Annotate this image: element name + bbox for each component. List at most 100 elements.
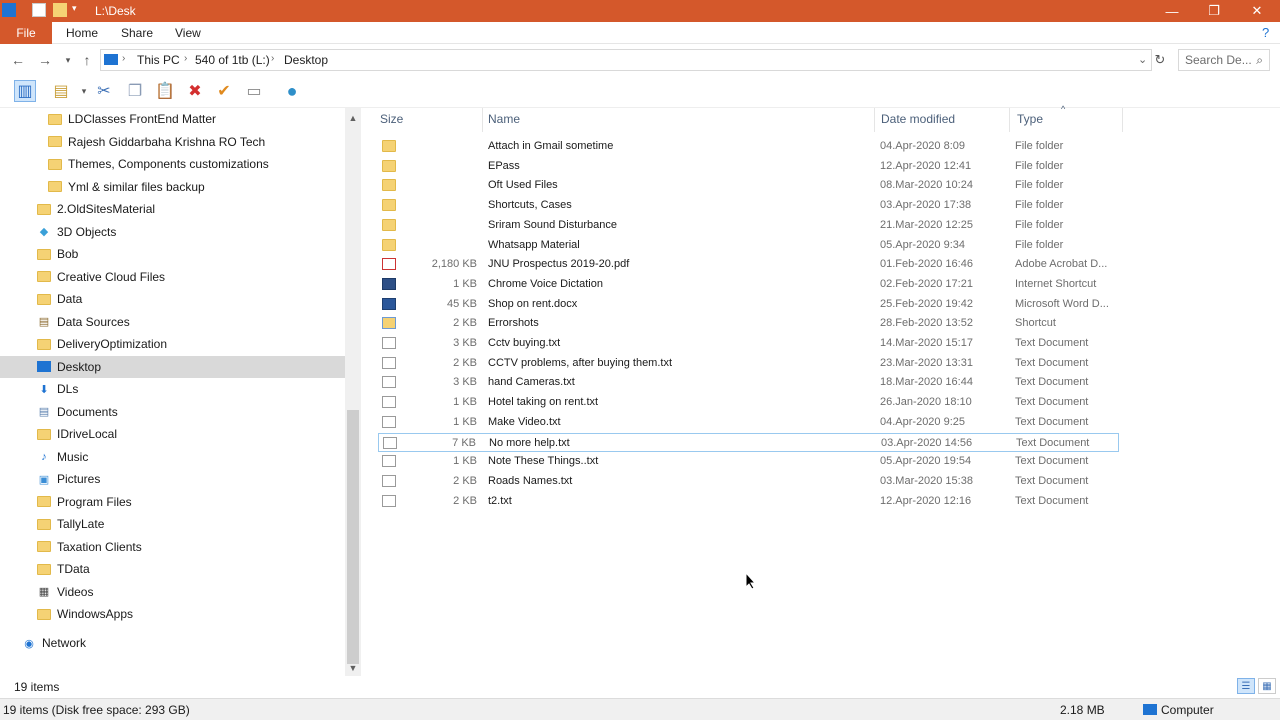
scroll-up-arrow[interactable]: ▲ <box>345 110 361 126</box>
scroll-down-arrow[interactable]: ▼ <box>345 660 361 676</box>
nav-item-bob[interactable]: Bob <box>37 243 78 265</box>
file-row[interactable]: 2 KB CCTV problems, after buying them.txt… <box>378 354 1119 373</box>
tab-share[interactable]: Share <box>121 22 153 44</box>
file-row[interactable]: 2,180 KB JNU Prospectus 2019-20.pdf 01.Feb… <box>378 255 1119 274</box>
forward-button[interactable]: → <box>35 50 55 70</box>
file-row[interactable]: Attach in Gmail sometime 04.Apr-2020 8:09… <box>378 137 1119 156</box>
column-header-size[interactable]: Size <box>380 112 403 132</box>
file-date-modified: 14.Mar-2020 15:17 <box>880 337 973 349</box>
nav-item-yml-similar-files-backup[interactable]: Yml & similar files backup <box>48 176 205 198</box>
file-tab[interactable]: File <box>0 22 52 44</box>
cut-icon[interactable]: ✂ <box>93 80 115 102</box>
layout-icon[interactable]: ▤ <box>50 80 72 102</box>
file-row[interactable]: 1 KB Hotel taking on rent.txt 26.Jan-2020 … <box>378 393 1119 412</box>
nav-item-ldclasses-frontend-matter[interactable]: LDClasses FrontEnd Matter <box>48 108 216 130</box>
search-icon[interactable]: ⌕ <box>1256 53 1263 68</box>
refresh-icon[interactable]: ↻ <box>1150 50 1170 70</box>
nav-item-windowsapps[interactable]: WindowsApps <box>37 603 133 625</box>
nav-item-rajesh-giddarbaha-krishna-ro-tech[interactable]: Rajesh Giddarbaha Krishna RO Tech <box>48 131 265 153</box>
chevron-right-icon[interactable]: › <box>184 53 187 64</box>
breadcrumb-this-pc[interactable]: This PC <box>137 53 180 67</box>
nav-item-idrivelocal[interactable]: IDriveLocal <box>37 423 117 445</box>
chevron-right-icon[interactable]: › <box>271 53 274 64</box>
column-header-date[interactable]: Date modified <box>881 112 955 132</box>
tab-view[interactable]: View <box>175 22 201 44</box>
rename-icon[interactable]: ✔ <box>213 80 235 102</box>
search-input[interactable]: Search De... ⌕ <box>1178 49 1270 71</box>
close-button[interactable]: ✕ <box>1235 0 1279 22</box>
navigation-pane-icon[interactable]: ▥ <box>14 80 36 102</box>
file-row[interactable]: 2 KB Roads Names.txt 03.Mar-2020 15:38 Text… <box>378 472 1119 491</box>
nav-item-taxation-clients[interactable]: Taxation Clients <box>37 536 142 558</box>
nav-item-network[interactable]: ◉ Network <box>22 632 86 654</box>
nav-item-documents[interactable]: ▤ Documents <box>37 401 118 423</box>
nav-item-tallylate[interactable]: TallyLate <box>37 513 104 535</box>
column-divider[interactable] <box>1122 108 1123 132</box>
nav-item-data[interactable]: Data <box>37 288 82 310</box>
file-row[interactable]: Whatsapp Material 05.Apr-2020 9:34 File fo… <box>378 236 1119 255</box>
large-icons-view-icon[interactable]: ▦ <box>1258 678 1276 694</box>
nav-item-deliveryoptimization[interactable]: DeliveryOptimization <box>37 333 167 355</box>
file-row[interactable]: Sriram Sound Disturbance 21.Mar-2020 12:2… <box>378 216 1119 235</box>
paste-icon[interactable]: 📋 <box>154 80 176 102</box>
column-divider[interactable] <box>482 108 483 132</box>
restore-button[interactable]: ❐ <box>1192 0 1236 22</box>
nav-item-data-sources[interactable]: ▤ Data Sources <box>37 311 130 333</box>
nav-item-pictures[interactable]: ▣ Pictures <box>37 468 101 490</box>
nav-item-2-oldsitesmaterial[interactable]: 2.OldSitesMaterial <box>37 198 155 220</box>
file-row[interactable]: 2 KB t2.txt 12.Apr-2020 12:16 Text Document <box>378 492 1119 511</box>
nav-item-desktop[interactable]: Desktop <box>0 355 345 378</box>
scrollbar-thumb[interactable] <box>347 410 359 664</box>
pdf-icon <box>382 258 396 271</box>
details-view-icon[interactable]: ☰ <box>1237 678 1255 694</box>
text-file-icon <box>382 415 396 428</box>
column-header-type[interactable]: Type <box>1017 112 1043 132</box>
column-header-name[interactable]: Name <box>488 112 520 132</box>
globe-icon[interactable]: ● <box>281 80 303 102</box>
chevron-right-icon[interactable]: › <box>122 53 125 64</box>
up-button[interactable]: ↑ <box>77 50 97 70</box>
chevron-down-icon[interactable]: ⌄ <box>1138 53 1147 66</box>
delete-icon[interactable]: ✖ <box>184 80 206 102</box>
explorer-icon[interactable] <box>2 3 16 17</box>
breadcrumb-desktop[interactable]: Desktop <box>284 53 328 67</box>
column-divider[interactable] <box>1009 108 1010 132</box>
nav-item-music[interactable]: ♪ Music <box>37 446 88 468</box>
nav-item-dls[interactable]: ⬇ DLs <box>37 378 78 400</box>
recent-locations-button[interactable]: ▾ <box>58 50 78 70</box>
nav-item-program-files[interactable]: Program Files <box>37 491 132 513</box>
nav-item-creative-cloud-files[interactable]: Creative Cloud Files <box>37 266 165 288</box>
file-size: 45 KB <box>447 297 477 310</box>
nav-item-tdata[interactable]: TData <box>37 558 90 580</box>
nav-item-3d-objects[interactable]: ◆ 3D Objects <box>37 221 117 243</box>
file-row[interactable]: 1 KB Chrome Voice Dictation 02.Feb-2020 17… <box>378 275 1119 294</box>
file-row[interactable]: 3 KB Cctv buying.txt 14.Mar-2020 15:17 Text… <box>378 334 1119 353</box>
column-divider[interactable] <box>874 108 875 132</box>
copy-icon[interactable]: ❐ <box>124 80 146 102</box>
file-row[interactable]: 1 KB Make Video.txt 04.Apr-2020 9:25 Text D… <box>378 413 1119 432</box>
chevron-down-icon[interactable]: ▾ <box>73 80 95 102</box>
file-size: 2 KB <box>453 317 477 330</box>
file-row[interactable]: 2 KB Errorshots 28.Feb-2020 13:52 Shortcut <box>378 314 1119 333</box>
file-row[interactable]: 3 KB hand Cameras.txt 18.Mar-2020 16:44 Tex… <box>378 373 1119 392</box>
back-button[interactable]: ← <box>8 50 28 70</box>
properties-icon[interactable] <box>32 3 46 17</box>
file-row[interactable]: Shortcuts, Cases 03.Apr-2020 17:38 File fo… <box>378 196 1119 215</box>
details-bar: 19 items (Disk free space: 293 GB) 2.18 … <box>0 698 1280 720</box>
help-icon[interactable]: ? <box>1262 22 1269 44</box>
tab-home[interactable]: Home <box>66 22 98 44</box>
navigation-scrollbar[interactable]: ▲ ▼ <box>345 108 361 676</box>
chevron-down-icon[interactable]: ▾ <box>72 3 86 17</box>
file-row[interactable]: Oft Used Files 08.Mar-2020 10:24 File fold… <box>378 176 1119 195</box>
nav-item-themes-components-customizations[interactable]: Themes, Components customizations <box>48 153 269 175</box>
address-bar[interactable]: › This PC › 540 of 1tb (L:) › Desktop ⌄ <box>100 49 1152 71</box>
breadcrumb-drive[interactable]: 540 of 1tb (L:) <box>195 53 270 67</box>
new-folder-icon[interactable] <box>53 3 67 17</box>
file-row[interactable]: 45 KB Shop on rent.docx 25.Feb-2020 19:42 M… <box>378 295 1119 314</box>
file-row[interactable]: 7 KB No more help.txt 03.Apr-2020 14:56 Tex… <box>378 432 1119 452</box>
nav-item-videos[interactable]: ▦ Videos <box>37 581 94 603</box>
select-icon[interactable]: ▭ <box>243 80 265 102</box>
file-row[interactable]: 1 KB Note These Things..txt 05.Apr-2020 19… <box>378 452 1119 471</box>
minimize-button[interactable]: — <box>1150 0 1194 22</box>
file-row[interactable]: EPass 12.Apr-2020 12:41 File folder <box>378 157 1119 176</box>
